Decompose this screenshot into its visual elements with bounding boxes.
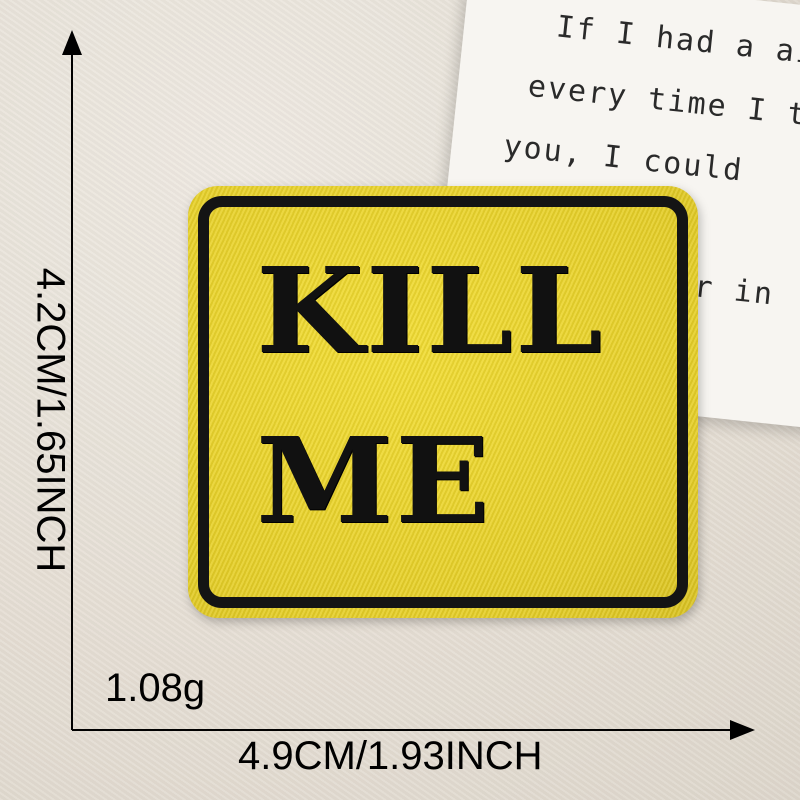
weight-label: 1.08g — [105, 666, 206, 710]
vertical-arrow-head — [62, 30, 82, 55]
patch-text-kill: KILL — [256, 241, 605, 380]
horizontal-arrow-head — [730, 720, 755, 740]
height-label: 4.2CM/1.65INCH — [28, 267, 73, 573]
patch-text-me: ME — [256, 411, 492, 550]
embroidered-patch: KILL ME — [188, 186, 698, 618]
width-label: 4.9CM/1.93INCH — [238, 734, 543, 778]
